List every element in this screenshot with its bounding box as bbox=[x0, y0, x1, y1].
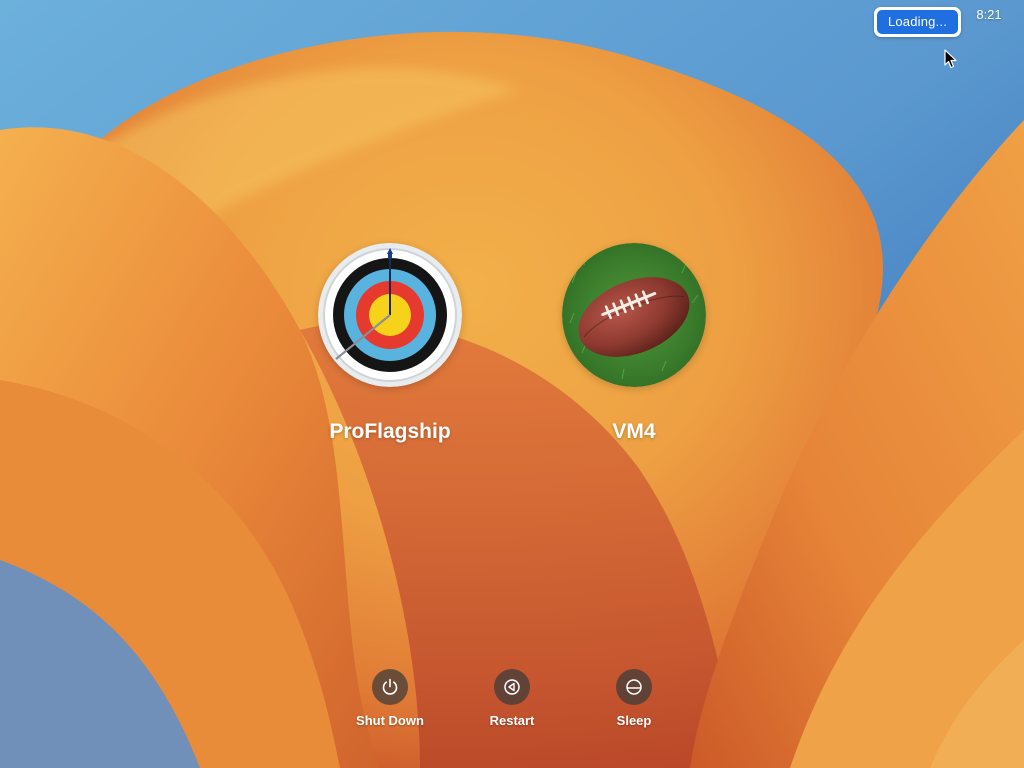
loading-label: Loading... bbox=[877, 10, 958, 34]
clock: 8:21 bbox=[976, 7, 1002, 22]
restart-icon[interactable] bbox=[494, 669, 530, 705]
sleep-button[interactable]: Sleep bbox=[589, 669, 679, 728]
user-name[interactable]: VM4 bbox=[544, 420, 724, 444]
power-icon[interactable] bbox=[372, 669, 408, 705]
loading-badge: Loading... bbox=[874, 7, 961, 37]
mouse-cursor-icon bbox=[944, 49, 957, 69]
user-vm4[interactable]: VM4 bbox=[544, 243, 724, 444]
user-proflagship[interactable]: ProFlagship bbox=[300, 243, 480, 444]
shut-down-button[interactable]: Shut Down bbox=[345, 669, 435, 728]
login-screen: Loading... 8:21 ProFlagship VM4 Shut Dow… bbox=[0, 0, 1024, 768]
user-name[interactable]: ProFlagship bbox=[300, 420, 480, 444]
restart-button[interactable]: Restart bbox=[467, 669, 557, 728]
wallpaper bbox=[0, 0, 1024, 768]
sleep-icon[interactable] bbox=[616, 669, 652, 705]
sleep-label: Sleep bbox=[616, 713, 652, 728]
shut-down-label: Shut Down bbox=[356, 713, 424, 728]
archery-target-icon[interactable] bbox=[318, 243, 462, 387]
football-icon[interactable] bbox=[562, 243, 706, 387]
restart-label: Restart bbox=[489, 713, 535, 728]
